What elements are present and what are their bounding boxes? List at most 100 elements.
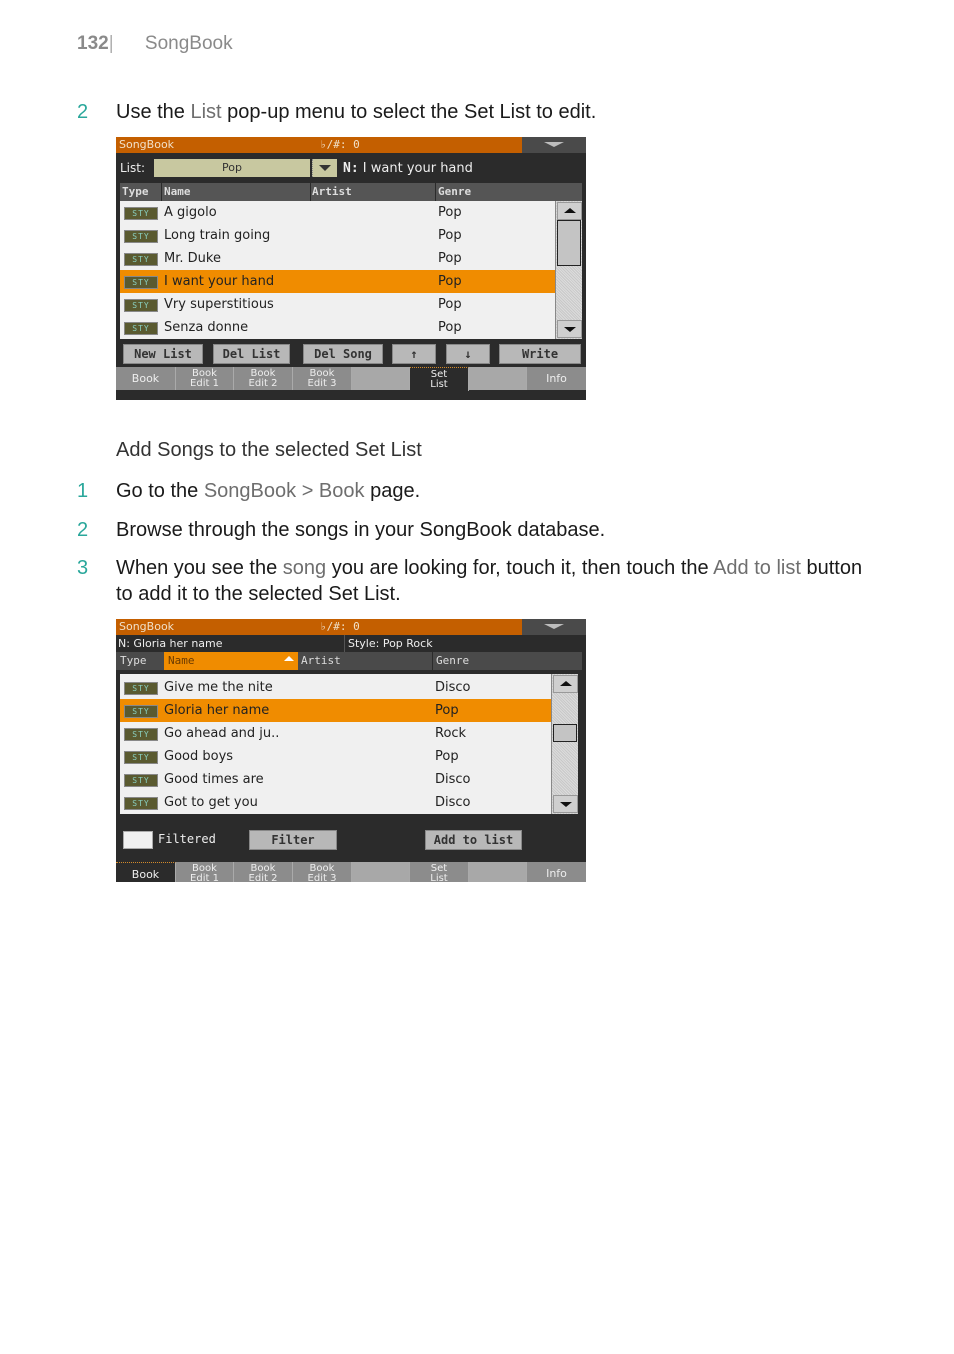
song-name: Gloria her name (164, 703, 270, 718)
tab-set-list[interactable]: Set List (410, 862, 469, 882)
col-name[interactable]: Name (168, 654, 195, 667)
style-type-badge: STY (124, 299, 158, 312)
move-up-button[interactable]: ↑ (392, 344, 436, 364)
step-number: 3 (77, 557, 89, 579)
step-number: 1 (77, 480, 89, 502)
song-name: Long train going (164, 228, 271, 243)
tab-book-edit-2[interactable]: Book Edit 2 (234, 862, 293, 882)
ui-reference-add-to-list: Add to list (713, 557, 801, 579)
table-row[interactable]: STY Vry superstitious Pop (120, 293, 582, 316)
scroll-down-icon[interactable] (557, 320, 582, 338)
scroll-down-icon[interactable] (553, 795, 578, 813)
table-row[interactable]: STY Mr. Duke Pop (120, 247, 582, 270)
scroll-thumb[interactable] (557, 220, 581, 266)
page-menu-button[interactable] (522, 137, 586, 153)
page-header: 132| SongBook (77, 33, 233, 55)
tab-book-edit-3[interactable]: Book Edit 3 (293, 862, 352, 882)
key-indicator: ♭/#: 0 (320, 138, 360, 151)
scrollbar[interactable] (551, 674, 578, 814)
step-text: When you see the song you are looking fo… (116, 557, 863, 605)
tab-empty (469, 367, 527, 390)
scrollbar[interactable] (555, 201, 582, 339)
step-select-list: 2 Use the List pop-up menu to select the … (77, 99, 876, 125)
page-menu-button[interactable] (522, 619, 586, 635)
current-song-name: N: Gloria her name (118, 637, 223, 650)
style-type-badge: STY (124, 797, 158, 810)
tab-info[interactable]: Info (527, 862, 586, 882)
tab-book[interactable]: Book (116, 862, 176, 882)
song-name: Vry superstitious (164, 297, 274, 312)
filter-button[interactable]: Filter (249, 830, 337, 850)
table-row[interactable]: STY Good times are Disco (120, 768, 578, 791)
col-artist[interactable]: Artist (312, 185, 352, 198)
tab-set-list[interactable]: Set List (410, 367, 469, 391)
table-row[interactable]: STY Long train going Pop (120, 224, 582, 247)
style-type-badge: STY (124, 230, 158, 243)
scroll-thumb[interactable] (553, 724, 577, 742)
filtered-checkbox[interactable] (123, 831, 153, 849)
tab-book[interactable]: Book (116, 367, 176, 390)
style-type-badge: STY (124, 253, 158, 266)
ui-reference-songbook-book: SongBook > Book (203, 480, 365, 502)
ui-reference-list: List (190, 101, 222, 123)
style-type-badge: STY (124, 705, 158, 718)
song-name: A gigolo (164, 205, 217, 220)
col-genre[interactable]: Genre (436, 654, 469, 667)
column-header: Type Name Artist Genre (116, 652, 582, 670)
song-genre: Disco (435, 680, 471, 695)
style-type-badge: STY (124, 322, 158, 335)
table-row[interactable]: STY Got to get you Disco (120, 791, 578, 814)
section-title: SongBook (144, 33, 233, 54)
step-number: 2 (77, 519, 89, 541)
add-to-list-button[interactable]: Add to list (425, 830, 522, 850)
setlist-screenshot: SongBook ♭/#: 0 List: Pop N: I want your… (116, 137, 586, 400)
style-type-badge: STY (124, 751, 158, 764)
table-row[interactable]: STY Good boys Pop (120, 745, 578, 768)
song-genre: Disco (435, 772, 471, 787)
song-name: Good boys (164, 749, 234, 764)
style-type-badge: STY (124, 774, 158, 787)
move-down-button[interactable]: ↓ (446, 344, 490, 364)
tab-book-edit-1[interactable]: Book Edit 1 (176, 367, 234, 390)
current-style: Style: Pop Rock (348, 637, 433, 650)
step-1: 1 Go to the SongBook > Book page. (77, 478, 876, 504)
del-song-button[interactable]: Del Song (303, 344, 383, 364)
table-row[interactable]: STY Gloria her name Pop (120, 699, 551, 722)
step-text: Go to the SongBook > Book page. (116, 480, 421, 502)
title-bar: SongBook ♭/#: 0 (116, 137, 586, 153)
song-info-row: N: Gloria her name Style: Pop Rock (116, 635, 586, 652)
table-row[interactable]: STY Give me the nite Disco (120, 676, 578, 699)
tab-info[interactable]: Info (527, 367, 586, 390)
key-indicator: ♭/#: 0 (320, 620, 360, 633)
tab-book-edit-3[interactable]: Book Edit 3 (293, 367, 352, 390)
scroll-up-icon[interactable] (553, 675, 578, 693)
scroll-up-icon[interactable] (557, 202, 582, 220)
col-type[interactable]: Type (122, 185, 149, 198)
current-song-name: N: I want your hand (343, 161, 473, 176)
table-row[interactable]: STY Go ahead and ju.. Rock (120, 722, 578, 745)
col-genre[interactable]: Genre (438, 185, 471, 198)
table-row[interactable]: STY Senza donne Pop (120, 316, 582, 339)
song-genre: Disco (435, 795, 471, 810)
write-button[interactable]: Write (499, 344, 581, 364)
song-genre: Pop (438, 205, 462, 220)
tab-book-edit-2[interactable]: Book Edit 2 (234, 367, 293, 390)
col-type[interactable]: Type (120, 654, 147, 667)
list-popup[interactable]: Pop (154, 159, 310, 177)
col-artist[interactable]: Artist (301, 654, 341, 667)
action-buttons: New List Del List Del Song ↑ ↓ Write (116, 339, 586, 367)
song-table: STY Give me the nite Disco STY Gloria her na… (120, 674, 578, 814)
new-list-button[interactable]: New List (123, 344, 203, 364)
song-genre: Pop (438, 274, 462, 289)
table-row[interactable]: STY I want your hand Pop (120, 270, 555, 293)
tab-book-edit-1[interactable]: Book Edit 1 (176, 862, 234, 882)
song-genre: Pop (438, 228, 462, 243)
del-list-button[interactable]: Del List (213, 344, 290, 364)
table-row[interactable]: STY A gigolo Pop (120, 201, 582, 224)
song-genre: Pop (435, 703, 459, 718)
col-name[interactable]: Name (164, 185, 191, 198)
style-type-badge: STY (124, 682, 158, 695)
step-3: 3 When you see the song you are looking f… (77, 555, 876, 607)
song-name: I want your hand (164, 274, 275, 289)
chevron-down-icon[interactable] (312, 159, 337, 177)
